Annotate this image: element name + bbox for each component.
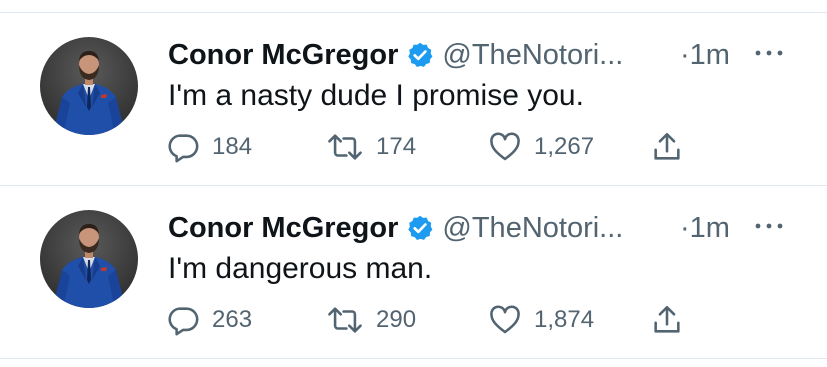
like-icon [488,130,522,164]
retweet-button[interactable]: 290 [326,300,416,340]
share-button[interactable] [650,127,684,167]
avatar[interactable] [40,37,138,135]
reply-count: 184 [212,133,253,160]
retweet-icon [326,303,364,337]
timestamp[interactable]: ·1m [680,208,730,248]
avatar[interactable] [40,210,138,308]
reply-button[interactable]: 184 [166,127,252,167]
tweet-header: Conor McGregor @TheNotori... [168,35,623,75]
retweet-count: 174 [376,133,417,160]
verified-icon [406,41,434,69]
retweet-icon [326,130,364,164]
retweet-count: 290 [376,306,417,333]
tweet-text: I'm a nasty dude I promise you. [168,79,584,112]
display-name[interactable]: Conor McGregor [168,39,398,72]
more-icon[interactable] [752,43,786,63]
profile-photo [54,224,124,308]
share-icon [650,303,684,337]
like-icon [488,303,522,337]
like-count: 1,874 [534,306,595,333]
user-handle[interactable]: @TheNotori... [442,212,623,245]
reply-icon [166,130,200,164]
timestamp[interactable]: ·1m [680,35,730,75]
tweet-1[interactable]: Conor McGregor @TheNotori... ·1m I'm a n… [0,13,827,183]
share-button[interactable] [650,300,684,340]
verified-icon [406,214,434,242]
like-count: 1,267 [534,133,595,160]
reply-button[interactable]: 263 [166,300,252,340]
share-icon [650,130,684,164]
profile-photo [54,51,124,135]
user-handle[interactable]: @TheNotori... [442,39,623,72]
like-button[interactable]: 1,267 [488,127,594,167]
tweet-header: Conor McGregor @TheNotori... [168,208,623,248]
more-icon[interactable] [752,216,786,236]
tweet-2[interactable]: Conor McGregor @TheNotori... ·1m I'm dan… [0,186,827,356]
tweet-text: I'm dangerous man. [168,252,433,285]
bottom-divider [0,358,827,359]
reply-count: 263 [212,306,253,333]
display-name[interactable]: Conor McGregor [168,212,398,245]
reply-icon [166,303,200,337]
like-button[interactable]: 1,874 [488,300,594,340]
retweet-button[interactable]: 174 [326,127,416,167]
